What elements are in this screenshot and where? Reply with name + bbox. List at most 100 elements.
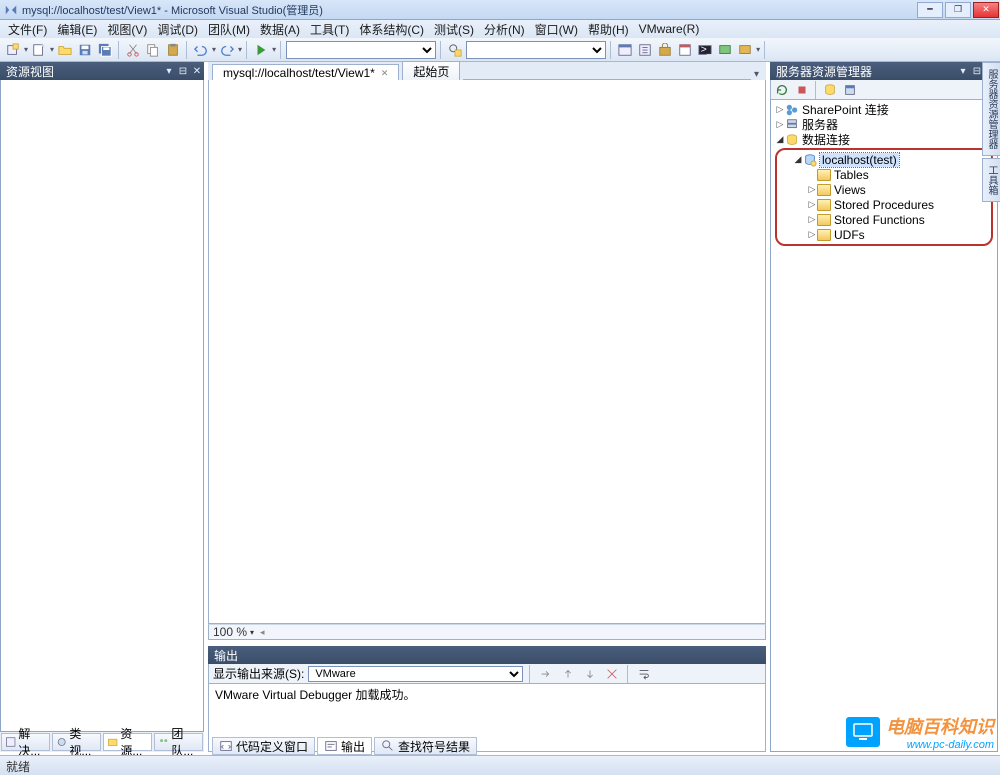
panel-close-icon[interactable]: ✕ [190,66,204,77]
tree-servers[interactable]: 服务器 [771,117,997,132]
tab-close-icon[interactable]: ✕ [381,68,389,79]
tab-team-explorer[interactable]: 团队... [154,733,203,751]
tab-output[interactable]: 输出 [317,737,372,755]
panel-dropdown-icon[interactable]: ▾ [956,66,970,77]
vm-button-2[interactable] [736,41,754,59]
folder-icon [817,199,831,211]
tab-find-symbol[interactable]: 查找符号结果 [374,737,477,755]
panel-pin-icon[interactable]: ⊟ [176,66,190,77]
output-wrap-button[interactable] [635,665,653,683]
paste-button[interactable] [164,41,182,59]
tab-resource-view[interactable]: 资源... [103,733,152,751]
folder-icon [817,229,831,241]
tab-class-view[interactable]: 类视... [52,733,101,751]
find-combo[interactable] [466,41,606,59]
open-button[interactable] [56,41,74,59]
collapsed-side-tabs: 服务器资源管理器 工具箱 [982,62,1000,204]
editor-area: mysql://localhost/test/View1*✕ 起始页 ▾ 100… [208,62,766,752]
menu-edit[interactable]: 编辑(E) [53,20,101,39]
server-explorer-title: 服务器资源管理器 [776,63,872,80]
titlebar: mysql://localhost/test/View1* - Microsof… [0,0,1000,20]
highlight-annotation: localhost(test) Tables Views Stored Proc… [775,148,993,246]
folder-icon [817,184,831,196]
output-prev-button[interactable] [559,665,577,683]
status-text: 就绪 [6,760,30,774]
menu-architecture[interactable]: 体系结构(C) [355,20,428,39]
vm-button-1[interactable] [716,41,734,59]
menu-window[interactable]: 窗口(W) [531,20,582,39]
output-title: 输出 [214,647,238,664]
menu-tools[interactable]: 工具(T) [306,20,353,39]
tab-code-definition[interactable]: 代码定义窗口 [212,737,315,755]
tree-udfs[interactable]: UDFs [777,227,991,242]
refresh-button[interactable] [773,81,791,99]
connect-db-button[interactable] [821,81,839,99]
output-icon [324,739,338,753]
svg-text:>_: >_ [701,43,712,55]
copy-button[interactable] [144,41,162,59]
menu-file[interactable]: 文件(F) [4,20,51,39]
tree-sharepoint[interactable]: SharePoint 连接 [771,102,997,117]
toolbox-button[interactable] [656,41,674,59]
editor-surface[interactable] [208,80,766,624]
tab-start-page[interactable]: 起始页 [402,61,460,80]
zoom-value[interactable]: 100 % [213,625,247,639]
undo-button[interactable] [192,41,210,59]
tree-localhost-test[interactable]: localhost(test) [777,152,991,167]
menu-vmware[interactable]: VMware(R) [635,21,704,37]
code-icon [219,739,233,753]
output-clear-button[interactable] [603,665,621,683]
command-window-button[interactable]: >_ [696,41,714,59]
solution-explorer-button[interactable] [616,41,634,59]
tab-solution-explorer[interactable]: 解决... [1,733,50,751]
menu-debug[interactable]: 调试(D) [153,20,202,39]
menu-help[interactable]: 帮助(H) [584,20,633,39]
vs-logo-icon [4,3,18,17]
menu-view[interactable]: 视图(V) [103,20,151,39]
sidetab-server-explorer[interactable]: 服务器资源管理器 [982,62,1000,156]
sidetab-toolbox[interactable]: 工具箱 [982,158,1000,202]
output-header[interactable]: 输出 [208,646,766,664]
add-item-button[interactable] [30,41,48,59]
output-source-label: 显示输出来源(S): [213,665,304,682]
output-source-combo[interactable]: VMware [308,666,523,682]
watermark-brand: 电脑百科知识 [886,717,994,737]
panel-dropdown-icon[interactable]: ▾ [162,66,176,77]
connect-server-button[interactable] [841,81,859,99]
find-in-files-button[interactable] [446,41,464,59]
start-debug-button[interactable] [252,41,270,59]
menu-analyze[interactable]: 分析(N) [480,20,529,39]
tree-data-connections[interactable]: 数据连接 [771,132,997,147]
start-page-button[interactable] [676,41,694,59]
resource-view-panel: 资源视图 ▾ ⊟ ✕ 解决... 类视... 资源... 团队... [0,62,204,752]
server-explorer-tree[interactable]: SharePoint 连接 服务器 数据连接 localhost( [771,100,997,249]
menu-test[interactable]: 测试(S) [430,20,478,39]
cut-button[interactable] [124,41,142,59]
save-all-button[interactable] [96,41,114,59]
tree-stored-procedures[interactable]: Stored Procedures [777,197,991,212]
tree-tables[interactable]: Tables [777,167,991,182]
output-goto-button[interactable] [537,665,555,683]
tab-view1[interactable]: mysql://localhost/test/View1*✕ [212,64,399,80]
minimize-button[interactable]: ━ [917,2,943,18]
menu-team[interactable]: 团队(M) [204,20,254,39]
main-toolbar: ▾ ▾ ▾ ▾ ▾ >_ ▾ [0,38,1000,62]
tab-list-icon[interactable]: ▾ [751,69,762,80]
database-icon [785,133,799,147]
redo-button[interactable] [218,41,236,59]
close-button[interactable]: ✕ [973,2,999,18]
zoom-bar: 100 % ▾ ◂ [208,624,766,640]
tree-stored-functions[interactable]: Stored Functions [777,212,991,227]
watermark-badge-icon [846,717,880,747]
save-button[interactable] [76,41,94,59]
resource-view-header[interactable]: 资源视图 ▾ ⊟ ✕ [0,62,204,80]
menu-data[interactable]: 数据(A) [256,20,304,39]
maximize-button[interactable]: ❐ [945,2,971,18]
server-explorer-header[interactable]: 服务器资源管理器 ▾ ⊟ ✕ [770,62,998,80]
config-combo[interactable] [286,41,436,59]
stop-button[interactable] [793,81,811,99]
output-next-button[interactable] [581,665,599,683]
tree-views[interactable]: Views [777,182,991,197]
new-project-button[interactable] [4,41,22,59]
properties-button[interactable] [636,41,654,59]
